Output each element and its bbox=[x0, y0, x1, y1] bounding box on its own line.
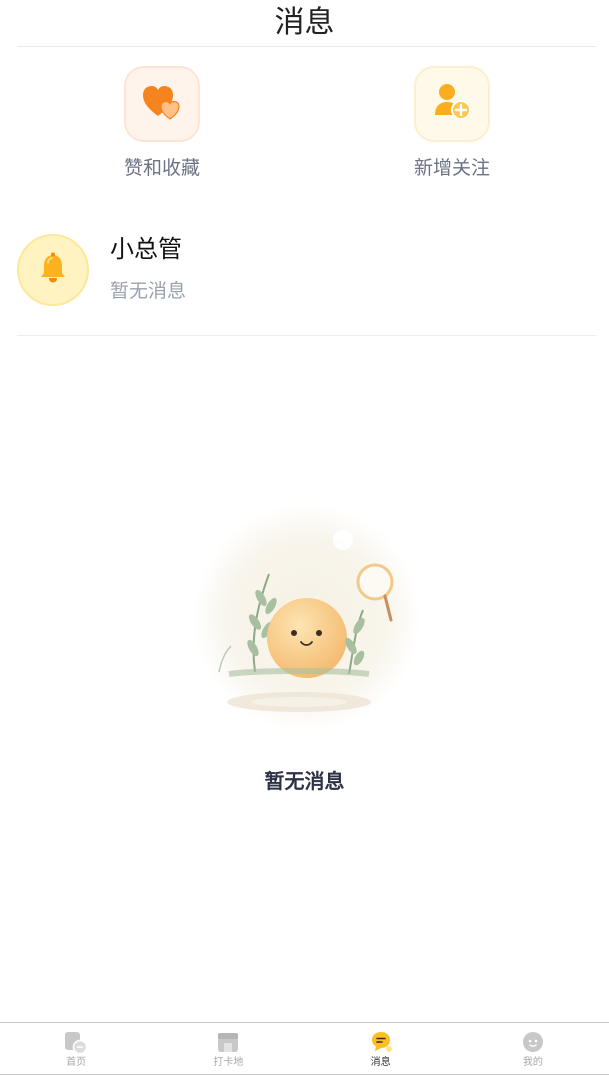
admin-divider bbox=[17, 335, 596, 336]
tab-profile-label: 我的 bbox=[522, 1057, 543, 1068]
profile-icon bbox=[521, 1030, 545, 1054]
header: 消息 bbox=[0, 0, 609, 46]
empty-state-text: 暂无消息 bbox=[264, 769, 345, 793]
add-user-icon bbox=[432, 82, 472, 126]
admin-name: 小总管 bbox=[110, 235, 182, 263]
heart-icon bbox=[142, 84, 182, 124]
bottom-tab-bar: 首页 打卡地 消息 我的 bbox=[0, 1022, 609, 1075]
message-icon bbox=[369, 1030, 393, 1054]
tab-home-label: 首页 bbox=[66, 1057, 87, 1068]
likes-and-favorites-button[interactable]: 赞和收藏 bbox=[92, 66, 232, 181]
tab-checkin-label: 打卡地 bbox=[213, 1057, 244, 1068]
likes-and-favorites-label: 赞和收藏 bbox=[123, 157, 200, 179]
page-title: 消息 bbox=[274, 5, 335, 40]
tab-messages-label: 消息 bbox=[370, 1057, 391, 1068]
likes-icon-box bbox=[124, 66, 200, 142]
new-follows-button[interactable]: 新增关注 bbox=[382, 66, 522, 181]
header-divider bbox=[17, 46, 596, 47]
home-icon bbox=[64, 1030, 88, 1054]
admin-avatar bbox=[17, 234, 89, 306]
smiling-ball-illustration bbox=[189, 502, 425, 734]
admin-message-preview: 暂无消息 bbox=[110, 280, 187, 302]
tab-messages[interactable]: 消息 bbox=[305, 1023, 457, 1074]
tab-profile[interactable]: 我的 bbox=[457, 1023, 609, 1074]
store-icon bbox=[216, 1030, 240, 1054]
new-follows-label: 新增关注 bbox=[413, 157, 490, 179]
bell-icon bbox=[36, 251, 70, 289]
admin-conversation-row[interactable]: 小总管 暂无消息 bbox=[17, 234, 596, 336]
tab-checkin[interactable]: 打卡地 bbox=[152, 1023, 304, 1074]
tab-home[interactable]: 首页 bbox=[0, 1023, 152, 1074]
follows-icon-box bbox=[414, 66, 490, 142]
